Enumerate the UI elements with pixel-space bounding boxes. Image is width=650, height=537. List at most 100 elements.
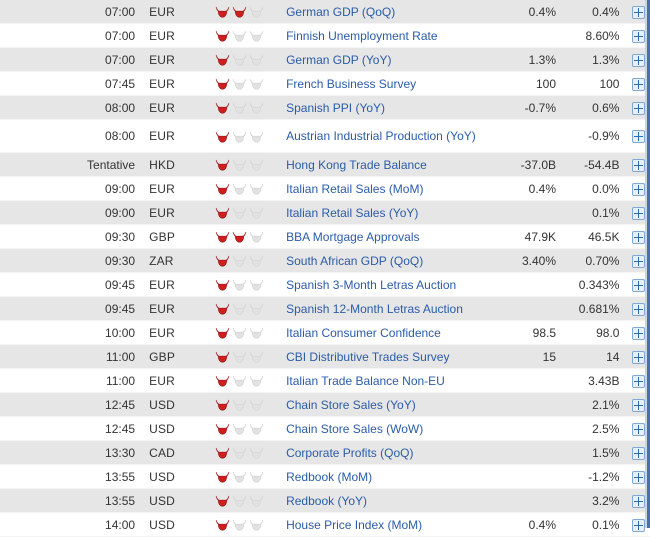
table-row[interactable]: 07:00 EUR German GDP (YoY) 1.3% 1.3% [0,47,650,72]
plus-square-icon[interactable] [632,494,646,508]
plus-square-icon[interactable] [632,130,646,144]
bull-head-icon [215,6,230,18]
plus-square-icon[interactable] [632,5,646,19]
plus-square-icon[interactable] [632,398,646,412]
event-time: 09:45 [0,296,144,321]
table-row[interactable]: 09:00 EUR Italian Retail Sales (MoM) 0.4% 0.… [0,176,650,201]
event-link[interactable]: Spanish 12-Month Letras Auction [286,302,491,316]
plus-square-icon[interactable] [632,278,646,292]
table-row[interactable]: Tentative HKD Hong Kong Trade Balance -37.0… [0,152,650,177]
event-importance[interactable] [210,368,285,393]
table-row[interactable]: 13:30 CAD Corporate Profits (QoQ) 1.5% [0,440,650,465]
plus-square-icon[interactable] [632,518,646,532]
table-row[interactable]: 11:00 EUR Italian Trade Balance Non-EU 3.43… [0,368,650,393]
event-importance[interactable] [210,23,285,48]
plus-square-icon[interactable] [632,350,646,364]
event-importance[interactable] [210,344,285,369]
bull-head-icon [249,231,264,243]
event-forecast-value: 3.43B [560,368,628,393]
bull-head-icon [232,327,247,339]
bull-head-icon [232,183,247,195]
event-link[interactable]: Italian Retail Sales (YoY) [286,206,491,220]
plus-square-icon[interactable] [632,470,646,484]
plus-square-icon[interactable] [632,158,646,172]
event-link[interactable]: Redbook (YoY) [286,494,491,508]
plus-square-icon[interactable] [632,230,646,244]
event-importance[interactable] [210,119,285,153]
table-row[interactable]: 07:00 EUR Finnish Unemployment Rate 8.60% [0,23,650,48]
event-link[interactable]: Corporate Profits (QoQ) [286,446,491,460]
event-link[interactable]: Chain Store Sales (WoW) [286,422,491,436]
event-importance[interactable] [210,224,285,249]
event-importance[interactable] [210,95,285,120]
event-forecast-value: 14 [560,344,628,369]
table-row[interactable]: 07:45 EUR French Business Survey 100 100 [0,71,650,96]
table-row[interactable]: 09:30 GBP BBA Mortgage Approvals 47.9K 46.5K [0,224,650,249]
event-link[interactable]: Austrian Industrial Production (YoY) [286,129,491,143]
plus-square-icon[interactable] [632,302,646,316]
event-importance[interactable] [210,0,285,24]
event-link[interactable]: French Business Survey [286,77,491,91]
plus-square-icon[interactable] [632,422,646,436]
event-link[interactable]: BBA Mortgage Approvals [286,230,491,244]
event-link[interactable]: Finnish Unemployment Rate [286,29,491,43]
event-link[interactable]: Redbook (MoM) [286,470,491,484]
event-importance[interactable] [210,464,285,489]
table-row[interactable]: 12:45 USD Chain Store Sales (WoW) 2.5% [0,416,650,441]
table-row[interactable]: 09:45 EUR Spanish 3-Month Letras Auction 0.… [0,272,650,297]
table-row[interactable]: 12:45 USD Chain Store Sales (YoY) 2.1% [0,392,650,417]
event-link[interactable]: Spanish PPI (YoY) [286,101,491,115]
importance-bulls [215,471,266,483]
event-link[interactable]: Chain Store Sales (YoY) [286,398,491,412]
event-link[interactable]: German GDP (QoQ) [286,5,491,19]
event-importance[interactable] [210,416,285,441]
event-importance[interactable] [210,440,285,465]
plus-square-icon[interactable] [632,101,646,115]
event-link[interactable]: Italian Trade Balance Non-EU [286,374,491,388]
event-importance[interactable] [210,47,285,72]
event-importance[interactable] [210,296,285,321]
table-row[interactable]: 09:00 EUR Italian Retail Sales (YoY) 0.1% [0,200,650,225]
event-link[interactable]: House Price Index (MoM) [286,518,491,532]
event-time: 11:00 [0,368,144,393]
table-row[interactable]: 08:00 EUR Austrian Industrial Production (… [0,119,650,153]
event-link[interactable]: German GDP (YoY) [286,53,491,67]
plus-square-icon[interactable] [632,77,646,91]
plus-square-icon[interactable] [632,326,646,340]
event-link[interactable]: Hong Kong Trade Balance [286,158,491,172]
event-importance[interactable] [210,392,285,417]
table-row[interactable]: 14:00 USD House Price Index (MoM) 0.4% 0.1% [0,512,650,537]
event-importance[interactable] [210,488,285,513]
event-importance[interactable] [210,176,285,201]
event-importance[interactable] [210,248,285,273]
plus-square-icon[interactable] [632,254,646,268]
event-link[interactable]: Italian Retail Sales (MoM) [286,182,491,196]
event-actual-value [496,464,561,489]
table-row[interactable]: 08:00 EUR Spanish PPI (YoY) -0.7% 0.6% [0,95,650,120]
event-link[interactable]: CBI Distributive Trades Survey [286,350,491,364]
table-row[interactable]: 13:55 USD Redbook (MoM) -1.2% [0,464,650,489]
event-importance[interactable] [210,200,285,225]
table-row[interactable]: 07:00 EUR German GDP (QoQ) 0.4% 0.4% [0,0,650,24]
event-forecast-value: 8.60% [560,23,628,48]
event-importance[interactable] [210,272,285,297]
table-row[interactable]: 09:45 EUR Spanish 12-Month Letras Auction 0… [0,296,650,321]
event-importance[interactable] [210,320,285,345]
plus-square-icon[interactable] [632,446,646,460]
plus-square-icon[interactable] [632,374,646,388]
plus-square-icon[interactable] [632,182,646,196]
table-row[interactable]: 11:00 GBP CBI Distributive Trades Survey 15… [0,344,650,369]
table-row[interactable]: 13:55 USD Redbook (YoY) 3.2% [0,488,650,513]
event-link[interactable]: South African GDP (QoQ) [286,254,491,268]
event-importance[interactable] [210,71,285,96]
table-row[interactable]: 10:00 EUR Italian Consumer Confidence 98.5 9… [0,320,650,345]
table-row[interactable]: 09:30 ZAR South African GDP (QoQ) 3.40% 0.70… [0,248,650,273]
event-importance[interactable] [210,152,285,177]
plus-square-icon[interactable] [632,53,646,67]
event-importance[interactable] [210,512,285,537]
plus-square-icon[interactable] [632,206,646,220]
event-currency: USD [143,416,211,441]
plus-square-icon[interactable] [632,29,646,43]
event-link[interactable]: Italian Consumer Confidence [286,326,491,340]
event-link[interactable]: Spanish 3-Month Letras Auction [286,278,491,292]
